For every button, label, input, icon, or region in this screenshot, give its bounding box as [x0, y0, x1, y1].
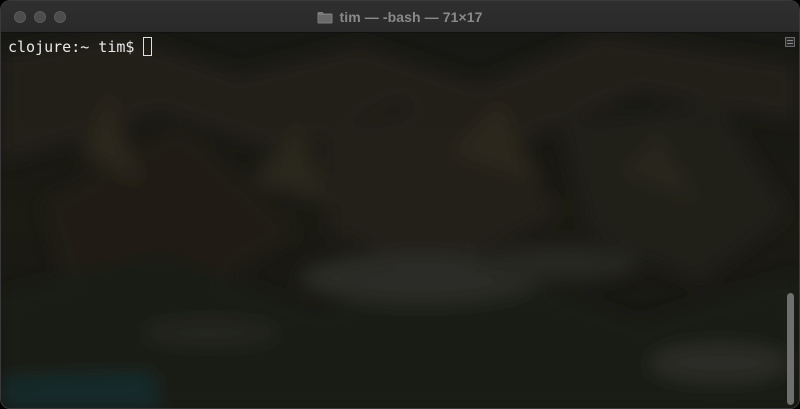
terminal-content[interactable]: clojure:~ tim$ [1, 33, 799, 408]
shell-prompt-line[interactable]: clojure:~ tim$ [8, 37, 153, 56]
window-title-group: tim — -bash — 71×17 [1, 1, 799, 33]
folder-icon [317, 11, 333, 24]
scrollbar-menu-icon[interactable] [785, 37, 795, 47]
window-title: tim — -bash — 71×17 [339, 9, 483, 25]
shell-prompt: clojure:~ tim$ [8, 37, 135, 56]
text-cursor [143, 37, 153, 56]
title-bar[interactable]: tim — -bash — 71×17 [1, 1, 799, 33]
desktop-background-image [1, 33, 799, 408]
scrollbar-thumb[interactable] [787, 293, 794, 405]
terminal-window: tim — -bash — 71×17 clojure:~ tim$ [0, 0, 800, 409]
